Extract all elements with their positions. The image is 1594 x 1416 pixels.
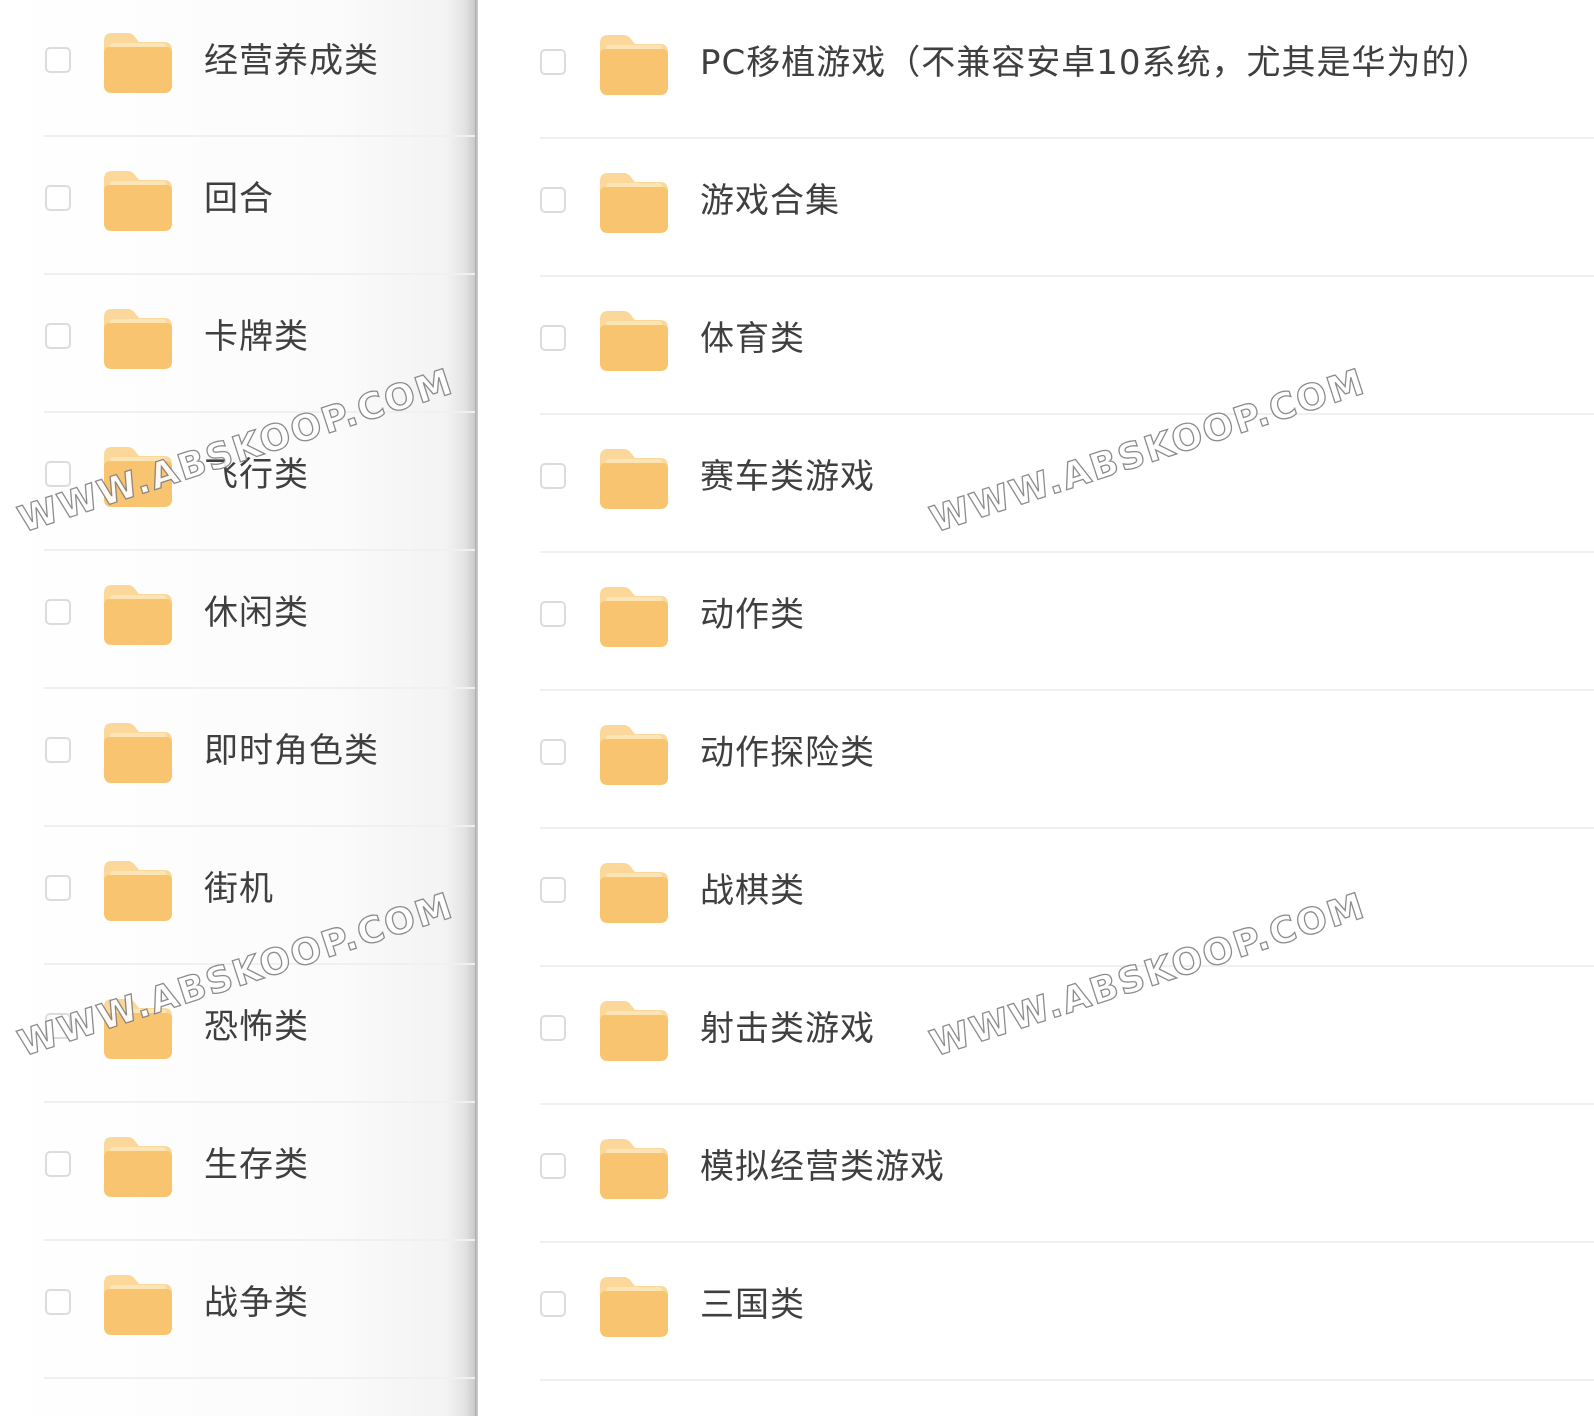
- folder-name[interactable]: 即时角色类: [204, 731, 379, 771]
- folder-name[interactable]: 回合: [204, 179, 274, 219]
- folder-icon: [102, 443, 174, 509]
- folder-icon: [598, 1135, 670, 1201]
- folder-row[interactable]: 三国类: [478, 1241, 1594, 1381]
- row-checkbox[interactable]: [540, 739, 566, 765]
- row-checkbox[interactable]: [45, 185, 71, 211]
- folder-icon: [598, 445, 670, 511]
- row-checkbox[interactable]: [45, 1289, 71, 1315]
- folder-icon: [102, 167, 174, 233]
- folder-row[interactable]: 射击类游戏: [478, 965, 1594, 1105]
- folder-name[interactable]: 游戏合集: [700, 181, 840, 221]
- row-checkbox[interactable]: [540, 601, 566, 627]
- folder-icon: [102, 1133, 174, 1199]
- folder-row[interactable]: 生存类: [0, 1101, 475, 1241]
- folder-row[interactable]: 战争类: [0, 1239, 475, 1379]
- folder-row[interactable]: 战棋类: [478, 827, 1594, 967]
- folder-name[interactable]: 体育类: [700, 319, 805, 359]
- folder-row[interactable]: 卡牌类: [0, 273, 475, 413]
- folder-name[interactable]: 动作类: [700, 595, 805, 635]
- folder-name[interactable]: 经营养成类: [204, 41, 379, 81]
- folder-row[interactable]: 回合: [0, 135, 475, 275]
- folder-name[interactable]: 模拟经营类游戏: [700, 1147, 945, 1187]
- row-checkbox[interactable]: [540, 877, 566, 903]
- folder-row[interactable]: 动作类: [478, 551, 1594, 691]
- folder-row[interactable]: 游戏合集: [478, 137, 1594, 277]
- row-checkbox[interactable]: [45, 875, 71, 901]
- folder-icon: [102, 1271, 174, 1337]
- folder-name[interactable]: 赛车类游戏: [700, 457, 875, 497]
- folder-row[interactable]: PC移植游戏（不兼容安卓10系统，尤其是华为的）: [478, 0, 1594, 139]
- folder-icon: [598, 307, 670, 373]
- row-checkbox[interactable]: [540, 325, 566, 351]
- folder-row[interactable]: 休闲类: [0, 549, 475, 689]
- folder-icon: [598, 997, 670, 1063]
- folder-icon: [598, 721, 670, 787]
- folder-icon: [598, 859, 670, 925]
- folder-name[interactable]: 飞行类: [204, 455, 309, 495]
- folder-name[interactable]: 动作探险类: [700, 733, 875, 773]
- folder-name[interactable]: 战争类: [204, 1283, 309, 1323]
- folder-row[interactable]: 模拟经营类游戏: [478, 1103, 1594, 1243]
- folder-name[interactable]: 射击类游戏: [700, 1009, 875, 1049]
- row-checkbox[interactable]: [45, 1151, 71, 1177]
- folder-row[interactable]: 经营养成类: [0, 0, 475, 137]
- row-checkbox[interactable]: [45, 47, 71, 73]
- row-checkbox[interactable]: [45, 323, 71, 349]
- row-checkbox[interactable]: [540, 1015, 566, 1041]
- folder-name[interactable]: 卡牌类: [204, 317, 309, 357]
- folder-row[interactable]: 体育类: [478, 275, 1594, 415]
- folder-icon: [598, 583, 670, 649]
- row-checkbox[interactable]: [45, 461, 71, 487]
- screenshot-stage: 经营养成类 回合 卡牌类 飞行类 休闲类 即时角色类 街机 恐怖类 生存类 战争…: [0, 0, 1594, 1416]
- row-checkbox[interactable]: [45, 1013, 71, 1039]
- row-checkbox[interactable]: [540, 463, 566, 489]
- row-checkbox[interactable]: [45, 737, 71, 763]
- row-checkbox[interactable]: [540, 1291, 566, 1317]
- row-checkbox[interactable]: [540, 49, 566, 75]
- folder-icon: [102, 305, 174, 371]
- folder-row[interactable]: 街机: [0, 825, 475, 965]
- folder-row[interactable]: 赛车类游戏: [478, 413, 1594, 553]
- folder-icon: [102, 29, 174, 95]
- folder-row[interactable]: 恐怖类: [0, 963, 475, 1103]
- folder-icon: [598, 1273, 670, 1339]
- folder-icon: [102, 857, 174, 923]
- folder-icon: [102, 581, 174, 647]
- row-checkbox[interactable]: [540, 187, 566, 213]
- folder-row[interactable]: 动作探险类: [478, 689, 1594, 829]
- folder-icon: [102, 719, 174, 785]
- folder-name[interactable]: 休闲类: [204, 593, 309, 633]
- folder-name[interactable]: 战棋类: [700, 871, 805, 911]
- folder-icon: [102, 995, 174, 1061]
- folder-icon: [598, 31, 670, 97]
- row-checkbox[interactable]: [45, 599, 71, 625]
- folder-name[interactable]: PC移植游戏（不兼容安卓10系统，尤其是华为的）: [700, 43, 1492, 83]
- right-file-pane: PC移植游戏（不兼容安卓10系统，尤其是华为的） 游戏合集 体育类 赛车类游戏: [478, 0, 1594, 1416]
- folder-row[interactable]: 飞行类: [0, 411, 475, 551]
- folder-name[interactable]: 生存类: [204, 1145, 309, 1185]
- folder-name[interactable]: 三国类: [700, 1285, 805, 1325]
- row-checkbox[interactable]: [540, 1153, 566, 1179]
- folder-name[interactable]: 恐怖类: [204, 1007, 309, 1047]
- folder-name[interactable]: 街机: [204, 869, 274, 909]
- folder-row[interactable]: 即时角色类: [0, 687, 475, 827]
- folder-icon: [598, 169, 670, 235]
- left-file-pane: 经营养成类 回合 卡牌类 飞行类 休闲类 即时角色类 街机 恐怖类 生存类 战争…: [0, 0, 475, 1416]
